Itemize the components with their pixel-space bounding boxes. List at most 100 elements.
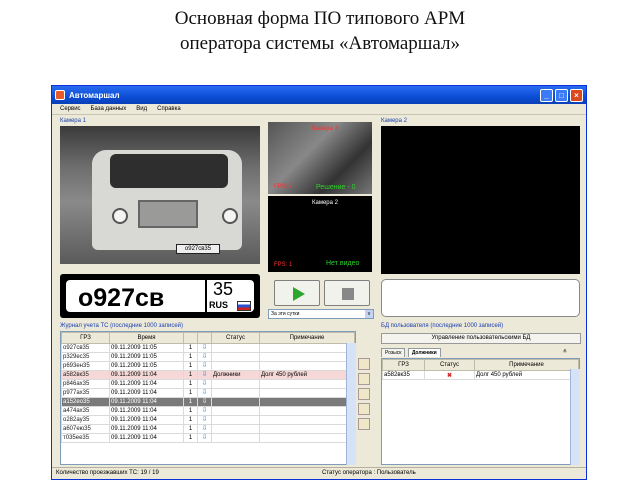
app-window: Автомаршал _ □ × Сервис База данных Вид … xyxy=(51,85,587,480)
db-table[interactable]: ГРЗ Статус Примечание а582вк35 ✖ Долг 450 … xyxy=(381,358,580,465)
row-status xyxy=(211,361,260,371)
search-button[interactable] xyxy=(358,388,370,400)
export-button[interactable] xyxy=(358,403,370,415)
journal-scrollbar[interactable] xyxy=(346,343,356,465)
row-plate: а607ею35 xyxy=(61,424,110,434)
arrow-down-icon: ⇩ xyxy=(197,343,212,353)
arrow-down-icon: ⇩ xyxy=(197,361,212,371)
menu-item-view[interactable]: Вид xyxy=(136,104,147,114)
row-count: 1 xyxy=(183,352,198,362)
table-row[interactable]: а582вк35 ✖ Долг 450 рублей xyxy=(382,370,579,380)
row-plate: о927св35 xyxy=(61,343,110,353)
tab-debtors[interactable]: Должники xyxy=(407,348,441,357)
heading-line-2: оператора системы «Автомаршал» xyxy=(179,33,461,54)
col-time[interactable]: Время xyxy=(109,332,184,344)
row-time: 09.11.2009 11:04 xyxy=(109,433,184,443)
row-note: Долг 450 рублей xyxy=(259,370,355,380)
status-bar: Количество проезжавших ТС: 19 / 19 Стату… xyxy=(52,467,586,479)
table-row[interactable]: р329ес35 09.11.2009 11:05 1 ⇩ xyxy=(61,352,355,362)
tabs-menu-icon[interactable]: ≚ xyxy=(560,348,570,356)
col-count[interactable] xyxy=(183,332,198,344)
row-note xyxy=(259,343,355,353)
row-plate: р693ен35 xyxy=(61,361,110,371)
camera1-view[interactable]: о927св35 xyxy=(60,126,260,264)
row-status xyxy=(211,352,260,362)
table-row[interactable]: р693ен35 09.11.2009 11:05 1 ⇩ xyxy=(61,361,355,371)
row-status xyxy=(211,424,260,434)
settings-button[interactable] xyxy=(358,418,370,430)
arrow-down-icon: ⇩ xyxy=(197,424,212,434)
camera2-small-view[interactable]: Камера 2 FPS: 1 Нет видео xyxy=(268,196,372,272)
row-time: 09.11.2009 11:05 xyxy=(109,352,184,362)
title-bar[interactable]: Автомаршал _ □ × xyxy=(52,86,586,104)
row-note xyxy=(259,397,355,407)
camera2-plate-field xyxy=(381,279,580,317)
close-button[interactable]: × xyxy=(570,88,583,102)
table-row[interactable]: а582вк35 09.11.2009 11:04 1 ⇩ Должники Долг 4… xyxy=(61,370,355,380)
db-col-plate[interactable]: ГРЗ xyxy=(382,359,425,371)
minimize-button[interactable]: _ xyxy=(540,88,553,102)
camera1-plate: о927св35 xyxy=(176,244,220,254)
russia-flag-icon xyxy=(237,301,251,311)
period-select-value: За эти сутки xyxy=(271,311,300,317)
period-select[interactable]: За эти сутки v xyxy=(268,309,374,319)
journal-title: Журнал учета ТС (последние 1000 записей) xyxy=(60,323,184,329)
tab-wanted[interactable]: Розыск xyxy=(381,348,406,357)
recognized-plate: о927св 35 RUS xyxy=(60,274,260,318)
no-video-label: Нет видео xyxy=(326,260,360,267)
camera2-small-fps: FPS: 1 xyxy=(274,262,293,268)
table-row[interactable]: а152ео35 09.11.2009 11:04 1 ⇩ xyxy=(61,397,355,407)
table-row[interactable]: о282ау35 09.11.2009 11:04 1 ⇩ xyxy=(61,415,355,425)
maximize-button[interactable]: □ xyxy=(555,88,568,102)
row-count: 1 xyxy=(183,361,198,371)
menu-item-help[interactable]: Справка xyxy=(157,104,181,114)
col-status[interactable]: Статус xyxy=(211,332,260,344)
row-note xyxy=(259,424,355,434)
db-row-plate: а582вк35 xyxy=(382,370,425,380)
row-plate: р329ес35 xyxy=(61,352,110,362)
chevron-down-icon[interactable]: v xyxy=(365,310,373,318)
table-row[interactable]: а474ах35 09.11.2009 11:04 1 ⇩ xyxy=(61,406,355,416)
camera2-view[interactable] xyxy=(381,126,580,274)
row-note xyxy=(259,415,355,425)
play-button[interactable] xyxy=(274,280,320,306)
row-count: 1 xyxy=(183,415,198,425)
row-time: 09.11.2009 11:04 xyxy=(109,388,184,398)
window-title: Автомаршал xyxy=(69,90,120,100)
table-row[interactable]: р846ах35 09.11.2009 11:04 1 ⇩ xyxy=(61,379,355,389)
col-direction[interactable] xyxy=(197,332,212,344)
table-row[interactable]: т035ее35 09.11.2009 11:04 1 ⇩ xyxy=(61,433,355,443)
arrow-down-icon: ⇩ xyxy=(197,370,212,380)
camera3-view[interactable]: Камера 3 FPS: 7 Решение - 0 xyxy=(268,122,372,194)
refresh-button[interactable] xyxy=(358,373,370,385)
row-status xyxy=(211,388,260,398)
camera2-label: Камера 2 xyxy=(381,118,407,124)
table-row[interactable]: о927св35 09.11.2009 11:05 1 ⇩ xyxy=(61,343,355,353)
table-row[interactable]: а607ею35 09.11.2009 11:04 1 ⇩ xyxy=(61,424,355,434)
arrow-down-icon: ⇩ xyxy=(197,352,212,362)
arrow-down-icon: ⇩ xyxy=(197,397,212,407)
manage-db-button[interactable]: Управление пользовательскими БД xyxy=(381,333,581,344)
menu-item-service[interactable]: Сервис xyxy=(60,104,81,114)
db-col-status[interactable]: Статус xyxy=(424,359,475,371)
headlight-left xyxy=(112,208,128,224)
row-note xyxy=(259,388,355,398)
journal-table[interactable]: ГРЗ Время Статус Примечание о927св35 09.1… xyxy=(60,331,356,465)
col-plate[interactable]: ГРЗ xyxy=(61,332,110,344)
vehicle-grill xyxy=(138,200,198,228)
row-time: 09.11.2009 11:04 xyxy=(109,379,184,389)
stop-button[interactable] xyxy=(324,280,370,306)
col-note[interactable]: Примечание xyxy=(259,332,355,344)
camera3-fps: FPS: 7 xyxy=(274,184,293,190)
delete-button[interactable] xyxy=(358,358,370,370)
row-time: 09.11.2009 11:05 xyxy=(109,361,184,371)
db-col-note[interactable]: Примечание xyxy=(474,359,579,371)
menu-item-database[interactable]: База данных xyxy=(91,104,127,114)
db-scrollbar[interactable] xyxy=(570,369,580,465)
row-count: 1 xyxy=(183,433,198,443)
arrow-down-icon: ⇩ xyxy=(197,433,212,443)
row-time: 09.11.2009 11:04 xyxy=(109,415,184,425)
app-icon xyxy=(55,90,65,100)
table-row[interactable]: р977ах35 09.11.2009 11:04 1 ⇩ xyxy=(61,388,355,398)
row-plate: о282ау35 xyxy=(61,415,110,425)
